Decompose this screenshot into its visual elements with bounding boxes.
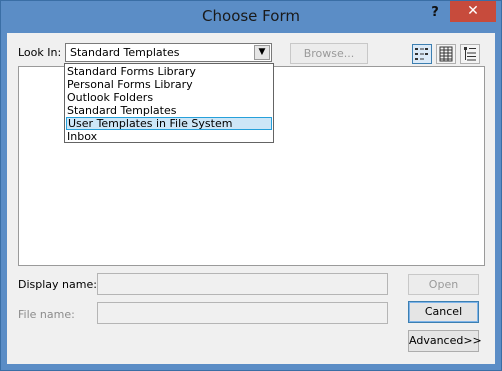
title-bar[interactable]: Choose Form ? ✕ [1,1,501,33]
look-in-selected-value: Standard Templates [70,46,180,59]
file-name-field[interactable] [97,302,388,324]
look-in-dropdown-list: Standard Forms Library Personal Forms Li… [64,63,274,143]
properties-view-icon[interactable] [460,44,480,64]
close-button[interactable]: ✕ [450,1,496,22]
advanced-button[interactable]: Advanced>> [408,330,482,352]
open-button[interactable]: Open [408,274,479,295]
details-view-icon[interactable] [436,44,456,64]
dropdown-item-outlook-folders[interactable]: Outlook Folders [66,91,273,104]
cancel-button[interactable]: Cancel [408,301,479,323]
chevron-down-icon[interactable]: ▼ [254,45,270,60]
help-button[interactable]: ? [422,3,448,23]
look-in-combobox[interactable]: Standard Templates ▼ [65,43,272,62]
dropdown-item-standard-forms-library[interactable]: Standard Forms Library [66,65,273,78]
dropdown-item-standard-templates[interactable]: Standard Templates [66,104,273,117]
dropdown-item-inbox[interactable]: Inbox [66,130,273,143]
dropdown-item-user-templates[interactable]: User Templates in File System [66,117,272,130]
display-name-label: Display name: [18,278,97,291]
display-name-field[interactable] [97,273,388,295]
dropdown-item-personal-forms-library[interactable]: Personal Forms Library [66,78,273,91]
file-name-label: File name: [18,308,75,321]
look-in-label: Look In: [18,46,62,59]
dialog-window: Choose Form ? ✕ Look In: Standard Templa… [0,0,502,371]
browse-button[interactable]: Browse... [290,43,368,64]
list-view-icon[interactable] [412,44,432,64]
